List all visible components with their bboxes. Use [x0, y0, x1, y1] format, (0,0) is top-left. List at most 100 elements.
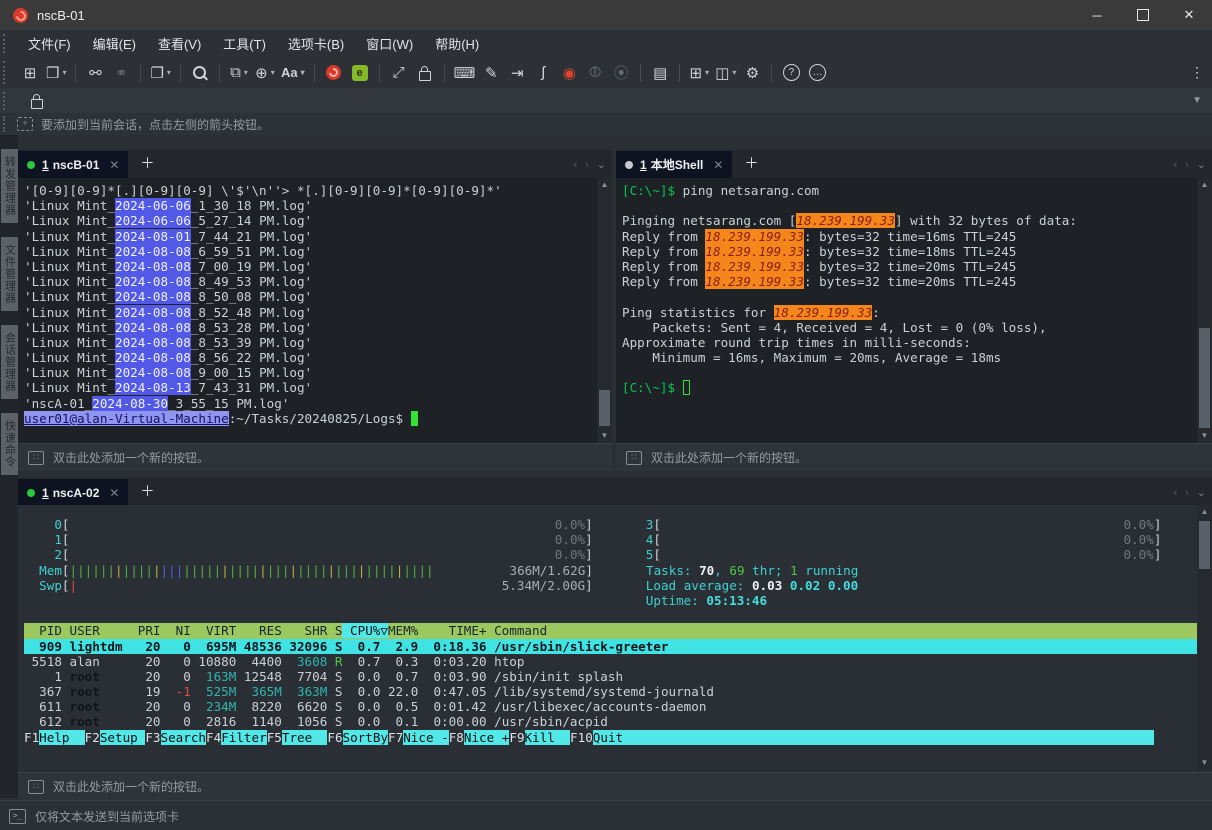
button-grid-icon: ∷	[28, 780, 44, 794]
session-notes-icon[interactable]: ▤	[650, 62, 670, 84]
terminal-line: 'nscA-01_2024-08-30_3_55_15 PM.log'	[24, 396, 612, 411]
dropdown-caret-icon[interactable]: ▾	[732, 68, 736, 77]
new-window-icon[interactable]: ⊞▾	[689, 62, 709, 84]
dropdown-caret-icon[interactable]: ▾	[244, 68, 248, 77]
scroll-up-icon[interactable]: ▲	[1197, 178, 1212, 192]
dropdown-caret-icon[interactable]: ▾	[167, 68, 171, 77]
addressbar-grip[interactable]	[3, 92, 9, 110]
tab-nscB-01[interactable]: 1 nscB-01 ✕	[18, 151, 128, 178]
scrollbar-thumb[interactable]	[1199, 328, 1210, 428]
xftp-icon[interactable]: e	[350, 62, 370, 84]
font-icon[interactable]: Aa▾	[281, 62, 305, 84]
tab-close-icon[interactable]: ✕	[109, 158, 119, 172]
terminal-local-shell[interactable]: [C:\~]$ ping netsarang.comPinging netsar…	[616, 178, 1212, 443]
xshell-icon[interactable]	[324, 62, 344, 84]
new-session-icon[interactable]: ⊞	[20, 62, 40, 84]
scroll-down-icon[interactable]: ▼	[597, 429, 612, 443]
encoding-globe-icon[interactable]: ⊕▾	[255, 62, 275, 84]
close-button[interactable]: ✕	[1166, 0, 1212, 30]
address-dropdown-icon[interactable]: ▼	[1192, 95, 1202, 106]
menu-item-5[interactable]: 窗口(W)	[355, 37, 424, 52]
sidebar-tab-2[interactable]: 会话管理器	[1, 325, 18, 399]
scroll-up-icon[interactable]: ▲	[597, 178, 612, 192]
send-to-tab-icon[interactable]: ⧉▾	[229, 62, 249, 84]
new-tab-button[interactable]: ＋	[744, 153, 758, 173]
scroll-up-icon[interactable]: ▲	[1197, 505, 1212, 519]
minimize-button[interactable]: ─	[1074, 0, 1120, 30]
settings-gear-icon[interactable]: ⚙	[742, 62, 762, 84]
dropdown-caret-icon[interactable]: ▾	[705, 68, 709, 77]
title-bar[interactable]: nscB-01 ─ ✕	[0, 0, 1212, 30]
new-terminal-icon[interactable]: ❐▾	[150, 62, 170, 84]
tab-local-shell[interactable]: 1 本地Shell ✕	[616, 151, 732, 178]
tab-scroll-left-icon[interactable]: ‹	[1173, 159, 1177, 171]
maximize-button[interactable]	[1120, 0, 1166, 30]
sidebar-tab-3[interactable]: 快速命令	[1, 413, 18, 475]
open-session-icon[interactable]: ❒▾	[46, 62, 66, 84]
pause-icon[interactable]: ⦷	[585, 62, 605, 84]
reconnect-icon[interactable]: ⚭	[111, 62, 131, 84]
menu-item-6[interactable]: 帮助(H)	[424, 37, 490, 52]
script-icon[interactable]: ʃ	[533, 62, 553, 84]
connection-status-dot	[27, 489, 35, 497]
scrollbar[interactable]: ▲ ▼	[597, 178, 612, 443]
terminal-nscB-01[interactable]: '[0-9][0-9]*[.][0-9][0-9] \'$'\n''> *[.]…	[18, 178, 612, 443]
tab-scroll-left-icon[interactable]: ‹	[1173, 487, 1177, 499]
terminal-line: 'Linux Mint_2024-08-08_8_56_22 PM.log'	[24, 350, 612, 365]
scrollbar-thumb[interactable]	[599, 390, 610, 426]
quick-button-bar-left[interactable]: ∷ 双击此处添加一个新的按钮。	[18, 443, 612, 471]
scroll-down-icon[interactable]: ▼	[1197, 756, 1212, 770]
toolbar-grip[interactable]	[3, 61, 9, 83]
split-layout-icon[interactable]: ◫▾	[715, 62, 736, 84]
new-tab-button[interactable]: ＋	[140, 153, 154, 173]
add-session-icon[interactable]: +	[17, 117, 33, 131]
scroll-down-icon[interactable]: ▼	[1197, 429, 1212, 443]
infobar-grip[interactable]	[3, 116, 9, 132]
scrollbar[interactable]: ▲ ▼	[1197, 505, 1212, 770]
search-icon[interactable]	[190, 62, 210, 84]
menubar-grip[interactable]	[3, 34, 9, 53]
menu-item-0[interactable]: 文件(F)	[17, 37, 82, 52]
virtual-keyboard-icon[interactable]: ⌨	[454, 62, 476, 84]
about-icon[interactable]: …	[807, 62, 827, 84]
dropdown-caret-icon[interactable]: ▾	[271, 68, 275, 77]
log-export-icon[interactable]: ⇥	[507, 62, 527, 84]
menu-item-1[interactable]: 编辑(E)	[82, 37, 147, 52]
terminal-line: 'Linux Mint_2024-08-08_6_59_51 PM.log'	[24, 244, 612, 259]
tab-list-dropdown-icon[interactable]: ⌄	[1197, 486, 1206, 499]
tab-list-dropdown-icon[interactable]: ⌄	[1197, 158, 1206, 171]
address-bar[interactable]: ▼	[0, 88, 1212, 113]
scrollbar[interactable]: ▲ ▼	[1197, 178, 1212, 443]
search-icon	[193, 66, 206, 79]
toolbar-overflow-icon[interactable]: ⋮	[1190, 64, 1204, 81]
dropdown-caret-icon[interactable]: ▾	[301, 68, 305, 77]
quick-button-bar-right[interactable]: ∷ 双击此处添加一个新的按钮。	[616, 443, 1212, 471]
send-text-icon[interactable]: >_	[9, 809, 26, 824]
tab-nscA-02[interactable]: 1 nscA-02 ✕	[18, 479, 128, 506]
tab-scroll-right-icon[interactable]: ›	[1185, 487, 1189, 499]
fullscreen-icon[interactable]: ⤢	[389, 62, 409, 84]
tab-list-dropdown-icon[interactable]: ⌄	[597, 158, 606, 171]
tab-close-icon[interactable]: ✕	[713, 158, 723, 172]
disconnect-icon[interactable]: ⚯	[85, 62, 105, 84]
menu-item-4[interactable]: 选项卡(B)	[277, 37, 355, 52]
terminal-nscA-02-htop[interactable]: 0[ 0.0%] 3[ 0.0%] 1[	[18, 505, 1212, 770]
highlight-pen-icon[interactable]: ✎	[481, 62, 501, 84]
menu-item-2[interactable]: 查看(V)	[147, 37, 212, 52]
help-icon[interactable]: ?	[781, 62, 801, 84]
lock-screen-icon[interactable]	[415, 62, 435, 84]
tab-scroll-right-icon[interactable]: ›	[585, 159, 589, 171]
dropdown-caret-icon[interactable]: ▾	[62, 68, 66, 77]
tab-scroll-right-icon[interactable]: ›	[1185, 159, 1189, 171]
sidebar-tab-1[interactable]: 文件管理器	[1, 237, 18, 311]
tab-scroll-left-icon[interactable]: ‹	[573, 159, 577, 171]
scrollbar-thumb[interactable]	[1199, 521, 1210, 569]
quick-button-bar-bottom[interactable]: ∷ 双击此处添加一个新的按钮。	[18, 772, 1212, 800]
menu-item-3[interactable]: 工具(T)	[212, 37, 277, 52]
tab-close-icon[interactable]: ✕	[109, 486, 119, 500]
stop-icon[interactable]: ⦿	[611, 62, 631, 84]
sidebar-tab-0[interactable]: 转发管理器	[1, 149, 18, 223]
terminal-line: Minimum = 16ms, Maximum = 20ms, Average …	[622, 350, 1212, 365]
new-tab-button[interactable]: ＋	[140, 481, 154, 501]
record-icon[interactable]: ◉	[559, 62, 579, 84]
